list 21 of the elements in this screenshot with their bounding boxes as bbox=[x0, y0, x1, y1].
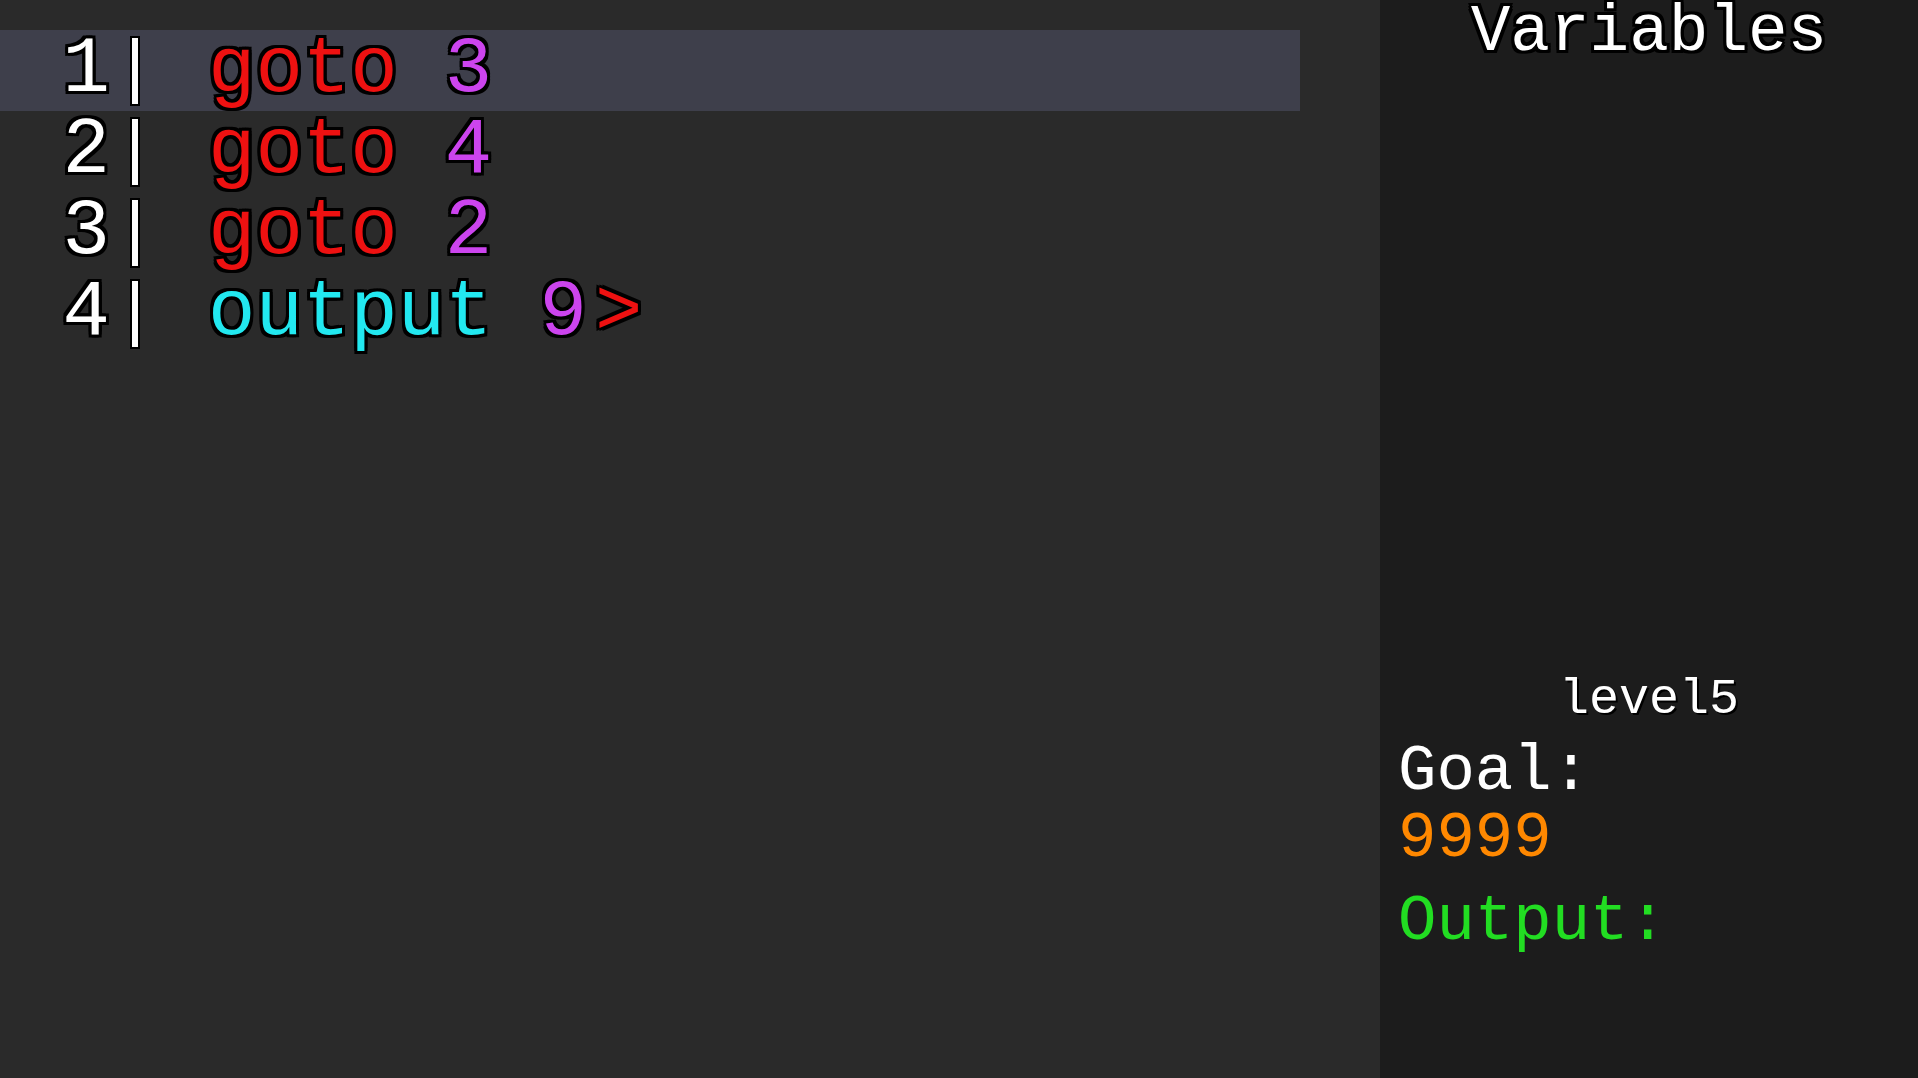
code-token: 4 bbox=[444, 112, 493, 191]
code-token: output bbox=[208, 274, 493, 353]
line-number: 2 bbox=[61, 112, 110, 191]
code-line[interactable]: 2 goto 4 bbox=[0, 111, 1300, 192]
code-line[interactable]: 4 output 9> bbox=[0, 273, 1300, 354]
code-token: 2 bbox=[444, 193, 493, 272]
line-number: 4 bbox=[61, 274, 110, 353]
level-name: level5 bbox=[1559, 675, 1739, 725]
cursor-marker: > bbox=[594, 274, 643, 353]
line-number: 1 bbox=[61, 31, 110, 110]
code-token: goto bbox=[208, 112, 398, 191]
code-token: goto bbox=[208, 31, 398, 110]
goal-label: Goal: bbox=[1398, 740, 1592, 804]
goal-value: 9999 bbox=[1398, 807, 1553, 871]
line-number: 3 bbox=[61, 193, 110, 272]
output-label: Output: bbox=[1398, 890, 1668, 954]
code-token: 3 bbox=[444, 31, 493, 110]
code-token: goto bbox=[208, 193, 398, 272]
code-token: 9 bbox=[539, 274, 587, 353]
variables-title: Variables bbox=[1470, 0, 1828, 66]
code-line[interactable]: 3 goto 2 bbox=[0, 192, 1300, 273]
